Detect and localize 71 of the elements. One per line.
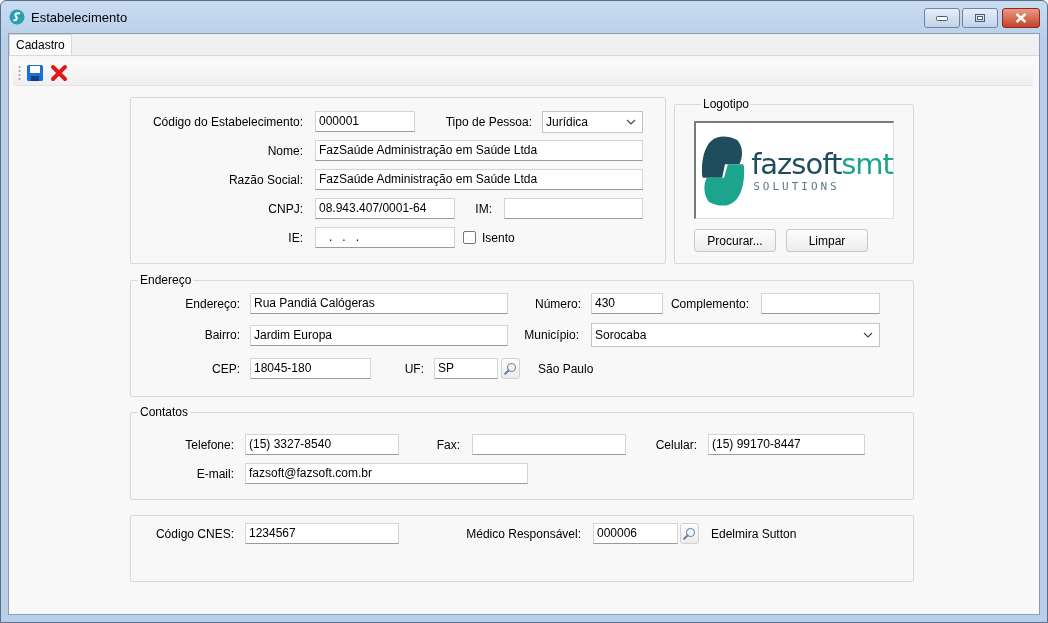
field-label: Médico Responsável:: [465, 526, 581, 541]
company-name-field[interactable]: FazSaúde Administração em Saúde Ltda: [315, 169, 643, 190]
field-label: Razão Social:: [227, 172, 303, 187]
street-field[interactable]: Rua Pandiá Calógeras: [250, 293, 508, 314]
email-field[interactable]: fazsoft@fazsoft.com.br: [245, 463, 528, 484]
state-field[interactable]: SP: [434, 358, 498, 379]
cross-icon: [50, 63, 68, 82]
minimize-button[interactable]: [924, 8, 960, 28]
field-label: Tipo de Pessoa:: [444, 114, 532, 129]
group-title: Contatos: [139, 405, 190, 419]
search-button[interactable]: [501, 358, 520, 379]
im-field[interactable]: [504, 198, 643, 219]
save-button[interactable]: [25, 62, 45, 83]
logo-tagline: SOLUTIONS: [753, 180, 841, 193]
field-label: Número:: [534, 296, 581, 311]
field-label: CEP:: [211, 361, 240, 376]
logo-text: smt: [841, 147, 893, 181]
maximize-icon: [975, 14, 985, 22]
tab[interactable]: Cadastro: [9, 34, 72, 55]
field-label: Município:: [523, 328, 579, 342]
code-field[interactable]: 000001: [315, 111, 415, 132]
exempt-checkbox[interactable]: [463, 231, 476, 244]
field-label: Complemento:: [669, 296, 749, 311]
group-title: Logotipo: [702, 97, 751, 111]
grip-icon: [18, 64, 21, 81]
state-name: São Paulo: [538, 361, 594, 376]
field-label: Celular:: [654, 437, 697, 452]
logo-text: fazsoft: [751, 147, 842, 181]
fax-field[interactable]: [472, 434, 626, 455]
field-label: Nome:: [266, 143, 303, 158]
field-label: Endereço:: [184, 296, 240, 311]
cnes-field[interactable]: 1234567: [245, 523, 399, 544]
mobile-field[interactable]: (15) 99170-8447: [708, 434, 865, 455]
doctor-name: Edelmira Sutton: [711, 526, 797, 541]
number-field[interactable]: 430: [591, 293, 663, 314]
close-icon: [1015, 13, 1027, 23]
close-button[interactable]: [1002, 8, 1040, 28]
district-field[interactable]: Jardim Europa: [250, 324, 508, 346]
ie-field[interactable]: . . .: [315, 227, 455, 248]
app-logo-icon: [9, 9, 25, 25]
field-label: E-mail:: [195, 466, 234, 481]
field-label: Código CNES:: [154, 526, 234, 541]
field-label: UF:: [403, 361, 424, 376]
logo-button[interactable]: Procurar...: [694, 229, 776, 252]
doctor-code-field[interactable]: 000006: [593, 523, 678, 544]
field-label: Telefone:: [184, 437, 234, 452]
search-button[interactable]: [680, 523, 699, 544]
complement-field[interactable]: [761, 293, 880, 314]
chevron-icon: [863, 332, 873, 338]
logo-button[interactable]: Limpar: [786, 229, 868, 252]
cnpj-field[interactable]: 08.943.407/0001-64: [315, 198, 455, 219]
search-icon: [683, 527, 696, 540]
maximize-button[interactable]: [962, 8, 998, 28]
search-icon: [504, 362, 517, 375]
cancel-button[interactable]: [49, 62, 69, 83]
minimize-icon: [936, 15, 948, 21]
zip-field[interactable]: 18045-180: [250, 358, 371, 379]
field-label: IE:: [287, 230, 303, 245]
field-label: Fax:: [435, 437, 460, 452]
field-label: Código do Estabelecimento:: [151, 114, 303, 129]
person-type-dropdown[interactable]: Jurídica: [542, 110, 643, 133]
window-title: Estabelecimento: [31, 9, 128, 25]
chevron-icon: [626, 118, 636, 125]
field-label: CNPJ:: [267, 201, 303, 216]
group-title: Endereço: [139, 273, 193, 287]
field-label: IM:: [474, 201, 492, 216]
city-dropdown[interactable]: Sorocaba: [591, 323, 880, 347]
field-label: Bairro:: [203, 328, 240, 342]
phone-field[interactable]: (15) 3327-8540: [245, 434, 399, 455]
checkbox-label: Isento: [482, 230, 515, 245]
name-field[interactable]: FazSaúde Administração em Saúde Ltda: [315, 140, 643, 161]
